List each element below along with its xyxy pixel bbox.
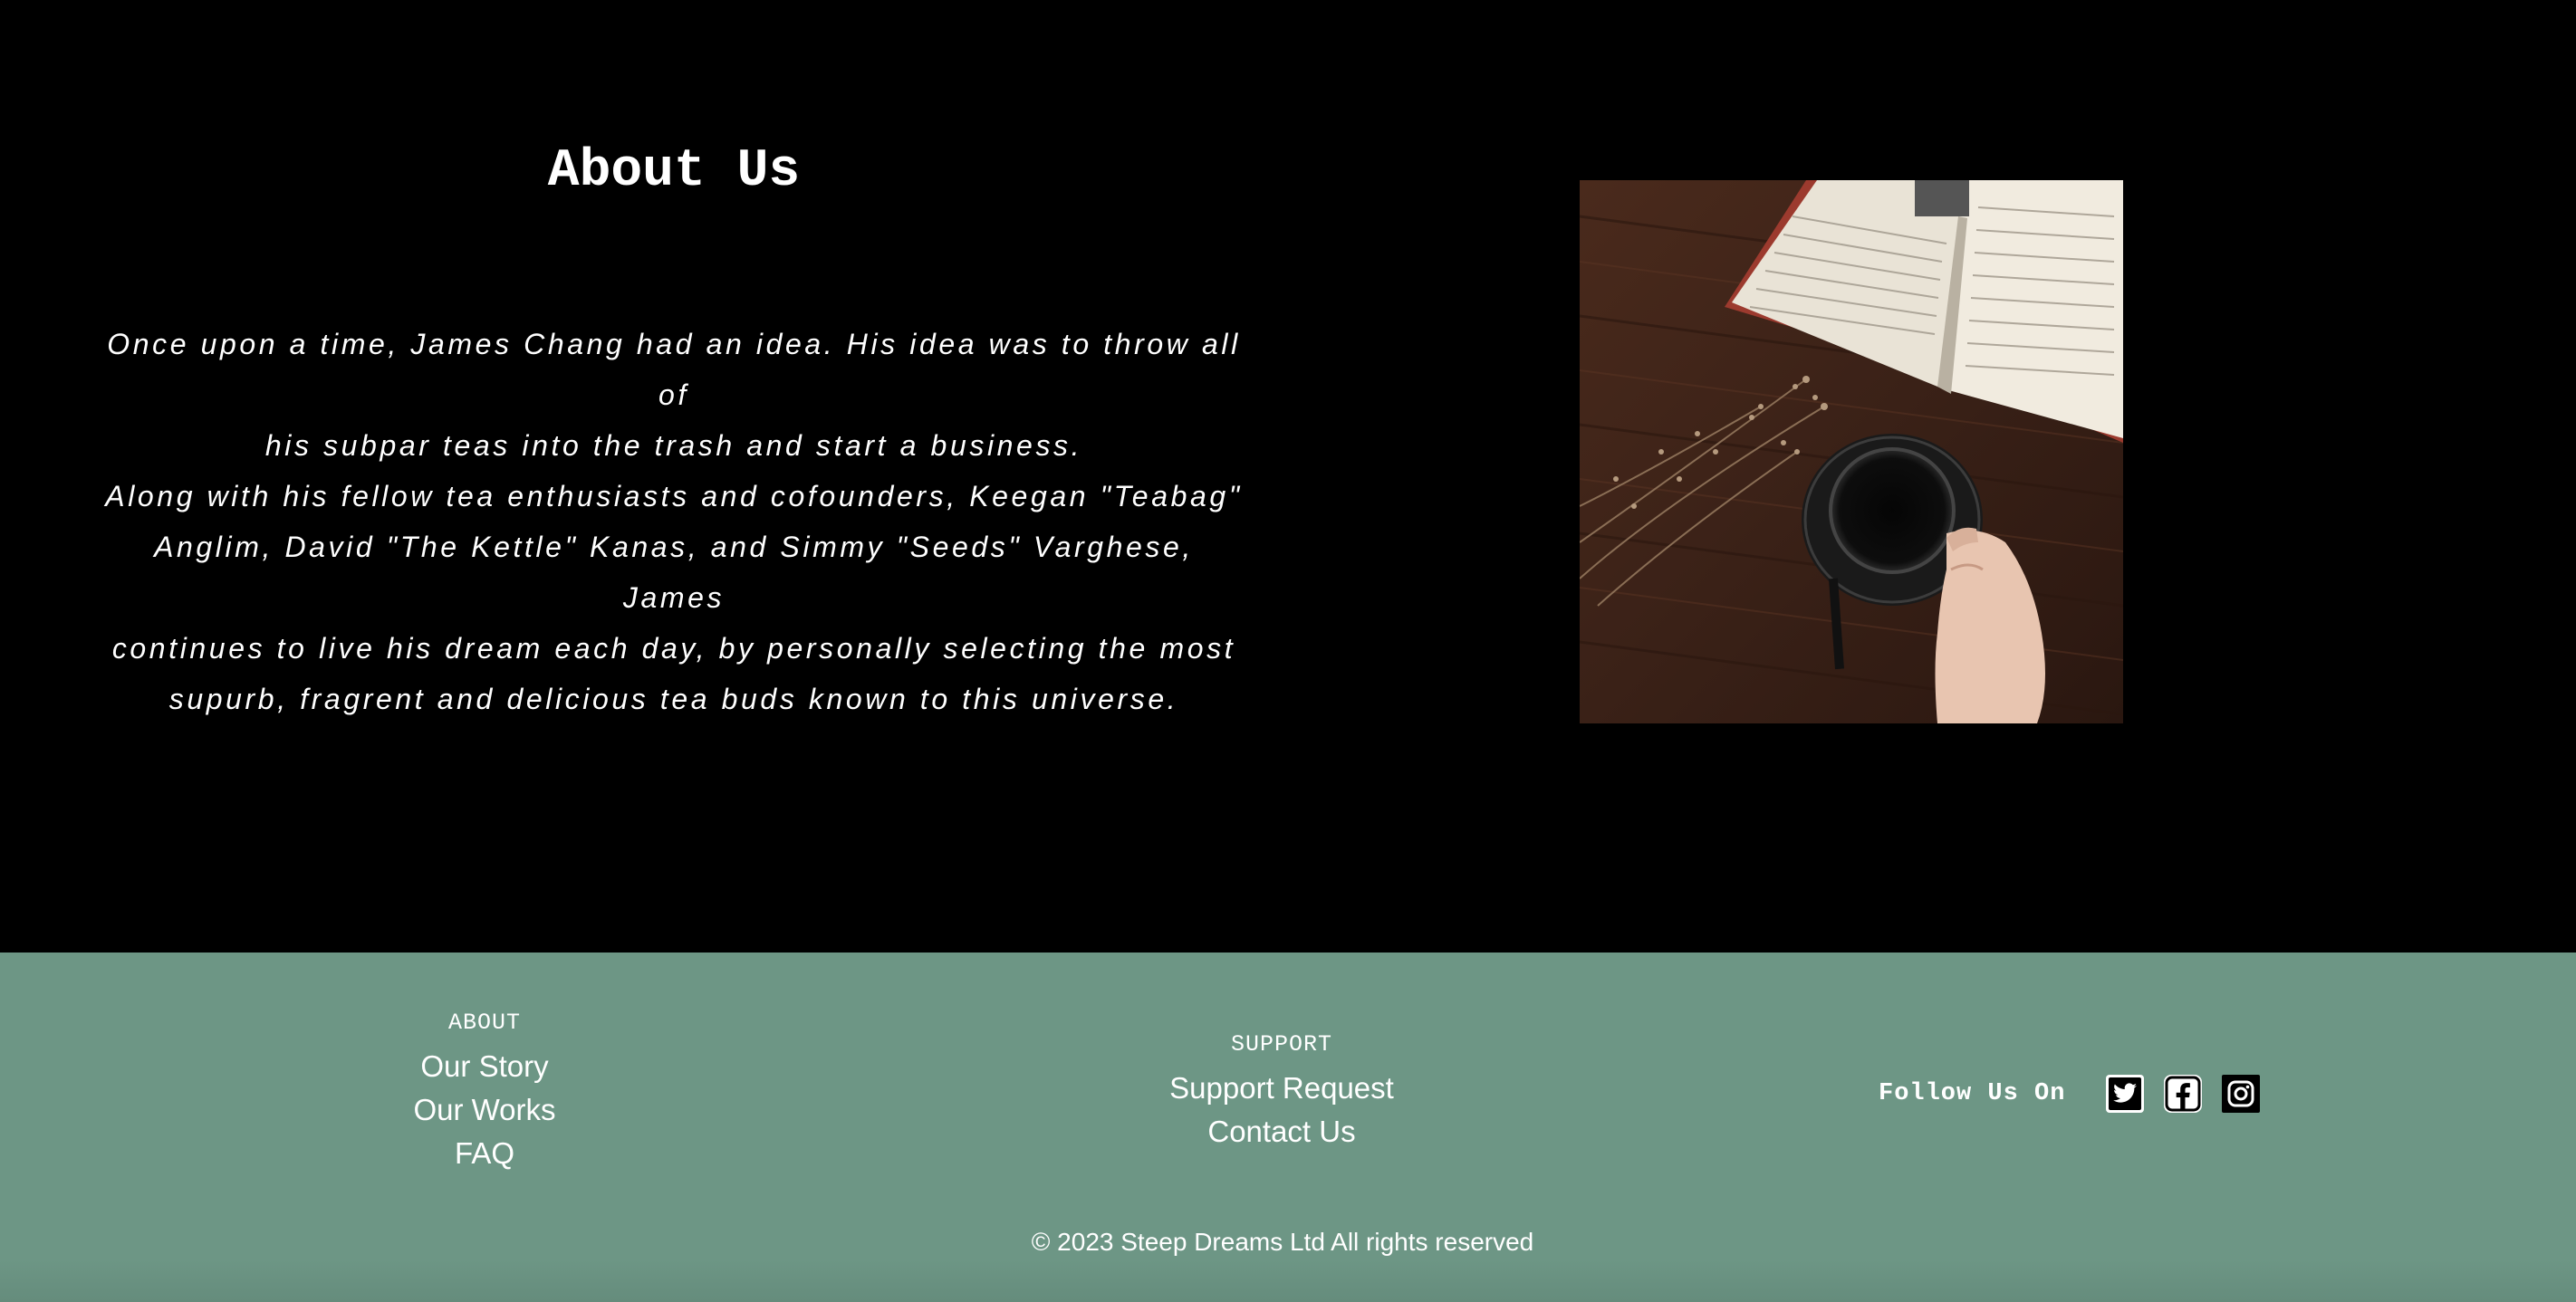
support-request-link[interactable]: Support Request <box>1101 1067 1463 1110</box>
about-paragraph-line: supurb, fragrent and delicious tea buds … <box>168 683 1179 715</box>
our-story-link[interactable]: Our Story <box>303 1045 666 1088</box>
page: About Us Once upon a time, James Chang h… <box>0 0 2576 1302</box>
footer-about-column: ABOUT Our Story Our Works FAQ <box>303 1007 666 1175</box>
our-works-link[interactable]: Our Works <box>303 1088 666 1132</box>
footer: ABOUT Our Story Our Works FAQ SUPPORT Su… <box>0 953 2576 1302</box>
follow-us-label: Follow Us On <box>1879 1080 2066 1107</box>
about-paragraph: Once upon a time, James Chang had an ide… <box>100 319 1248 724</box>
about-paragraph-line: Along with his fellow tea enthusiasts an… <box>105 480 1243 512</box>
footer-about-heading: ABOUT <box>447 1010 521 1036</box>
about-paragraph-line: his subpar teas into the trash and start… <box>264 429 1083 462</box>
footer-support-heading: SUPPORT <box>1230 1031 1333 1058</box>
twitter-icon[interactable] <box>2105 1074 2145 1114</box>
about-paragraph-line: Anglim, David "The Kettle" Kanas, and Si… <box>154 531 1194 614</box>
tea-cup-and-open-book-photo <box>1580 180 2123 723</box>
about-paragraph-line: Once upon a time, James Chang had an ide… <box>107 328 1241 411</box>
copyright-text: © 2023 Steep Dreams Ltd All rights reser… <box>1031 1228 1534 1256</box>
contact-us-link[interactable]: Contact Us <box>1101 1110 1463 1154</box>
facebook-icon[interactable] <box>2163 1074 2203 1114</box>
follow-us-group: Follow Us On <box>1879 1071 2279 1116</box>
footer-support-column: SUPPORT Support Request Contact Us <box>1101 1029 1463 1154</box>
about-paragraph-line: continues to live his dream each day, by… <box>111 632 1236 665</box>
faq-link[interactable]: FAQ <box>303 1132 666 1175</box>
about-section: About Us Once upon a time, James Chang h… <box>0 0 2576 953</box>
instagram-icon[interactable] <box>2221 1074 2261 1114</box>
about-title: About Us <box>547 142 801 201</box>
